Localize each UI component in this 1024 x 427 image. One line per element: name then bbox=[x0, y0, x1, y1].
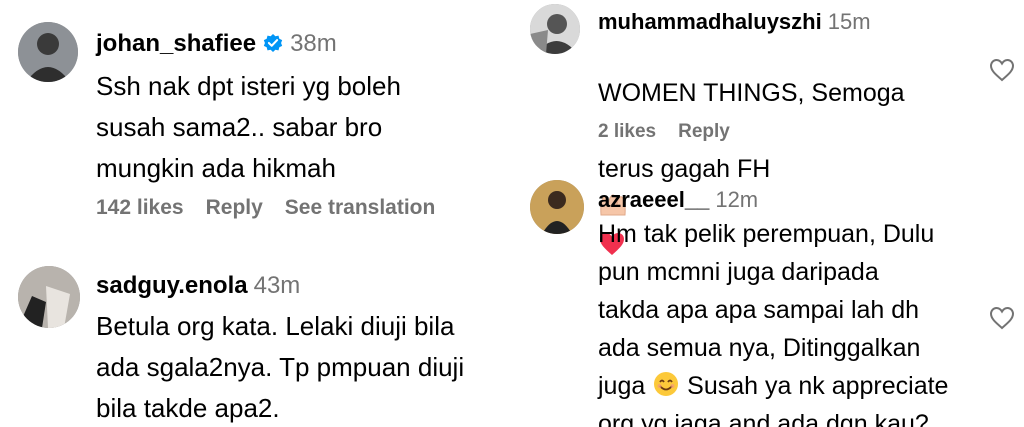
heart-outline-icon[interactable] bbox=[988, 57, 1016, 83]
avatar-image bbox=[18, 266, 80, 328]
likes-count[interactable]: 142 likes bbox=[96, 196, 184, 219]
reply-button[interactable]: Reply bbox=[206, 196, 263, 219]
avatar-image bbox=[530, 4, 580, 54]
see-translation-link[interactable]: See translation bbox=[285, 196, 436, 219]
comment-sadguy: sadguy.enola 43m Betula org kata. Lelaki … bbox=[0, 260, 512, 427]
comment-text-fragment: Susah ya nk appreciate org yg jaga and a… bbox=[598, 372, 949, 427]
avatar-image bbox=[18, 22, 78, 82]
verified-badge-icon bbox=[263, 34, 283, 52]
username[interactable]: muhammadhaluyszhi bbox=[598, 9, 822, 34]
avatar[interactable] bbox=[18, 266, 80, 328]
reply-button[interactable]: Reply bbox=[678, 121, 730, 142]
avatar[interactable] bbox=[18, 22, 78, 82]
right-comments-panel: muhammadhaluyszhi 15m WOMEN THINGS, Semog… bbox=[518, 0, 1024, 427]
comment-header: johan_shafiee 38m bbox=[96, 30, 337, 58]
comment-header: azraeeel__ 12m bbox=[598, 187, 758, 213]
smiling-face-emoji bbox=[654, 372, 679, 396]
comment-text: Ssh nak dpt isteri yg boleh susah sama2.… bbox=[96, 71, 401, 183]
avatar[interactable] bbox=[530, 180, 584, 234]
likes-count[interactable]: 2 likes bbox=[598, 121, 656, 142]
left-comments-panel: johan_shafiee 38m Ssh nak dpt isteri yg b… bbox=[0, 0, 512, 427]
comment-muhammad: muhammadhaluyszhi 15m WOMEN THINGS, Semog… bbox=[518, 0, 1024, 255]
timestamp: 38m bbox=[290, 30, 337, 57]
comment-text-line: WOMEN THINGS, Semoga bbox=[598, 79, 905, 107]
timestamp: 12m bbox=[715, 187, 759, 212]
comment-actions: 142 likes Reply See translation bbox=[96, 196, 457, 220]
username[interactable]: azraeeel__ bbox=[598, 187, 709, 212]
comment-header: muhammadhaluyszhi 15m bbox=[598, 9, 871, 35]
comment-johan: johan_shafiee 38m Ssh nak dpt isteri yg b… bbox=[0, 0, 512, 240]
username[interactable]: johan_shafiee bbox=[96, 30, 256, 57]
comment-header: sadguy.enola 43m bbox=[96, 272, 300, 300]
username[interactable]: sadguy.enola bbox=[96, 272, 248, 299]
comment-text: Hm tak pelik perempuan, Dulu pun mcmni j… bbox=[598, 215, 1018, 427]
timestamp: 43m bbox=[253, 272, 301, 299]
comment-text: Betula org kata. Lelaki diuji bila ada s… bbox=[96, 311, 465, 423]
timestamp: 15m bbox=[827, 9, 871, 34]
avatar[interactable] bbox=[530, 4, 580, 54]
comment-actions: 2 likes Reply bbox=[598, 121, 752, 143]
heart-outline-icon[interactable] bbox=[988, 305, 1016, 331]
comment-azraeeel: azraeeel__ 12m Hm tak pelik perempuan, Du… bbox=[518, 175, 1024, 427]
avatar-image bbox=[530, 180, 584, 234]
